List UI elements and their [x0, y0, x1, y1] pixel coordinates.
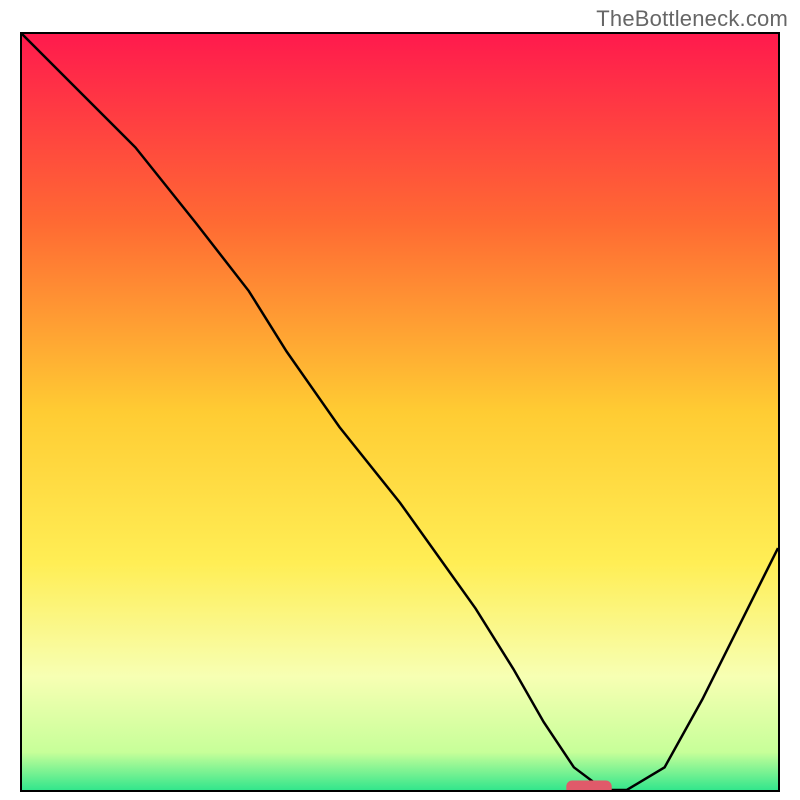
watermark-text: TheBottleneck.com [596, 6, 788, 32]
optimal-marker [566, 780, 611, 790]
chart-plot-area [20, 32, 780, 792]
chart-svg [22, 34, 778, 790]
